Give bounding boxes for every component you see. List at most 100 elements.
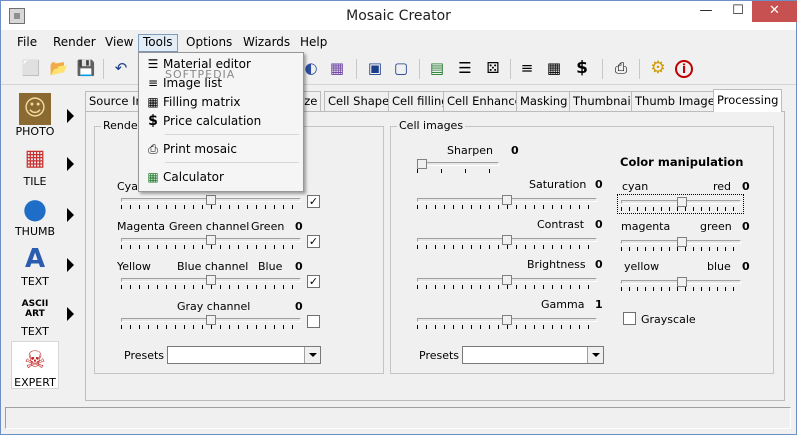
tile-icon: ▦ xyxy=(24,146,46,171)
slider-thumb[interactable] xyxy=(677,277,687,287)
slider-thumb[interactable] xyxy=(206,275,216,285)
status-bar xyxy=(5,407,791,429)
slider-thumb[interactable] xyxy=(502,275,512,285)
blue-label: blue xyxy=(707,260,731,273)
export-icon[interactable]: ▢ xyxy=(391,59,411,79)
slider-thumb[interactable] xyxy=(677,197,687,207)
slider-thumb[interactable] xyxy=(206,235,216,245)
close-button[interactable]: ✕ xyxy=(752,1,797,22)
brightness-value: 0 xyxy=(595,258,603,271)
menu-item-print-mosaic[interactable]: ⎙ Print mosaic xyxy=(141,140,301,159)
magenta-green-slider[interactable] xyxy=(621,237,741,251)
tab-thumb-images[interactable]: Thumb Images xyxy=(631,91,725,111)
chevron-down-icon[interactable] xyxy=(304,347,320,363)
minimize-button[interactable]: — xyxy=(691,1,721,22)
palette-icon[interactable]: ◐ xyxy=(301,59,321,79)
menu-item-calculator[interactable]: ▦ Calculator xyxy=(141,168,301,187)
menu-item-filling-matrix[interactable]: ▦ Filling matrix xyxy=(141,93,301,112)
tab-cell-enhance[interactable]: Cell Enhance xyxy=(443,91,526,111)
green-channel-label: Green channel xyxy=(169,220,250,233)
nav-expert[interactable]: ☠ EXPERT xyxy=(11,341,59,389)
cell-images-presets-select[interactable] xyxy=(462,346,604,364)
slider-thumb[interactable] xyxy=(417,159,427,169)
nav-text[interactable]: A TEXT xyxy=(11,241,59,289)
open-folder-icon[interactable]: 📂 xyxy=(49,59,69,79)
yellow-blue-slider[interactable] xyxy=(621,277,741,291)
brightness-slider[interactable] xyxy=(417,275,597,289)
presets-label: Presets xyxy=(124,349,165,362)
nav-arrow-icon[interactable] xyxy=(67,157,74,171)
printer-icon: ⎙ xyxy=(148,142,158,156)
gamma-slider[interactable] xyxy=(417,315,597,329)
expert-creature-icon: ☠ xyxy=(24,346,46,374)
matrix-icon[interactable]: ▦ xyxy=(544,59,564,79)
nav-arrow-icon[interactable] xyxy=(67,109,74,123)
red-channel-slider[interactable] xyxy=(121,195,301,209)
gray-channel-slider[interactable] xyxy=(121,315,301,329)
blue-channel-checkbox[interactable]: ✓ xyxy=(307,275,320,288)
nav-arrow-icon[interactable] xyxy=(67,208,74,222)
slider-thumb[interactable] xyxy=(206,315,216,325)
menu-options[interactable]: Options xyxy=(182,34,236,52)
slider-thumb[interactable] xyxy=(677,237,687,247)
undo-icon[interactable]: ↶ xyxy=(111,59,131,79)
magenta-green-value: 0 xyxy=(742,220,750,233)
cyan-red-slider[interactable] xyxy=(621,197,741,211)
render-presets-select[interactable] xyxy=(167,346,321,364)
blue-label: Blue xyxy=(258,260,283,273)
red-label: red xyxy=(713,180,732,193)
calculator-icon[interactable]: ▤ xyxy=(427,59,447,79)
menu-wizards[interactable]: Wizards xyxy=(239,34,294,52)
maximize-button[interactable]: ☐ xyxy=(723,1,753,22)
cube-icon[interactable]: ▣ xyxy=(365,59,385,79)
printer-icon[interactable]: ⎙ xyxy=(611,59,631,79)
new-file-icon[interactable]: ⬜ xyxy=(21,59,41,79)
contrast-slider[interactable] xyxy=(417,235,597,249)
green-channel-slider[interactable] xyxy=(121,235,301,249)
sharpen-slider[interactable] xyxy=(417,159,499,173)
cyan-red-value: 0 xyxy=(742,180,750,193)
tab-cell-shape[interactable]: Cell Shape xyxy=(324,91,394,111)
chevron-down-icon[interactable] xyxy=(587,347,603,363)
menu-render[interactable]: Render xyxy=(49,34,100,52)
menu-bar: File Render View Tools Options Wizards H… xyxy=(1,32,796,52)
nav-arrow-icon[interactable] xyxy=(67,258,74,272)
slider-thumb[interactable] xyxy=(502,195,512,205)
tab-masking[interactable]: Masking xyxy=(516,91,572,111)
nav-thumb[interactable]: ● THUMB xyxy=(11,191,59,239)
saturation-slider[interactable] xyxy=(417,195,597,209)
menu-view[interactable]: View xyxy=(101,34,137,52)
nav-ascii-text[interactable]: ASCII ART TEXT xyxy=(11,291,59,339)
menu-item-label: Price calculation xyxy=(163,114,262,128)
mosaic-grid-icon[interactable]: ▦ xyxy=(327,59,347,79)
gray-channel-checkbox[interactable] xyxy=(307,315,320,328)
list-icon[interactable]: ≡ xyxy=(517,59,537,79)
slider-thumb[interactable] xyxy=(206,195,216,205)
main-window: Mosaic Creator — ☐ ✕ File Render View To… xyxy=(0,0,797,435)
yellow-label: Yellow xyxy=(117,260,151,273)
gamma-label: Gamma xyxy=(541,298,585,311)
nav-tile[interactable]: ▦ TILE xyxy=(11,141,59,189)
menu-help[interactable]: Help xyxy=(296,34,331,52)
nav-arrow-icon[interactable] xyxy=(67,307,74,321)
checklist-icon[interactable]: ☰ xyxy=(455,59,475,79)
tab-processing[interactable]: Processing xyxy=(713,89,783,112)
menu-file[interactable]: File xyxy=(13,34,41,52)
dollar-icon[interactable]: $ xyxy=(572,59,592,79)
menu-tools[interactable]: Tools xyxy=(138,34,178,52)
nav-photo[interactable]: ☺ PHOTO xyxy=(11,91,59,139)
cyan-label: cyan xyxy=(622,180,649,193)
toolbar: ⬜ 📂 💾 ↶ ◐ ▦ ▣ ▢ ▤ ☰ ⚄ ≡ ▦ $ ⎙ ⚙ i xyxy=(1,53,796,85)
red-channel-checkbox[interactable]: ✓ xyxy=(307,195,320,208)
slider-thumb[interactable] xyxy=(502,235,512,245)
dice-icon[interactable]: ⚄ xyxy=(483,59,503,79)
grayscale-checkbox[interactable] xyxy=(623,312,636,325)
tab-thumbnail[interactable]: Thumbnail xyxy=(569,91,638,111)
slider-thumb[interactable] xyxy=(502,315,512,325)
menu-item-price-calculation[interactable]: $ Price calculation xyxy=(141,112,301,131)
blue-channel-slider[interactable] xyxy=(121,275,301,289)
info-icon[interactable]: i xyxy=(675,60,693,78)
settings-gear-icon[interactable]: ⚙ xyxy=(648,59,668,79)
save-icon[interactable]: 💾 xyxy=(76,59,96,79)
green-channel-checkbox[interactable]: ✓ xyxy=(307,235,320,248)
